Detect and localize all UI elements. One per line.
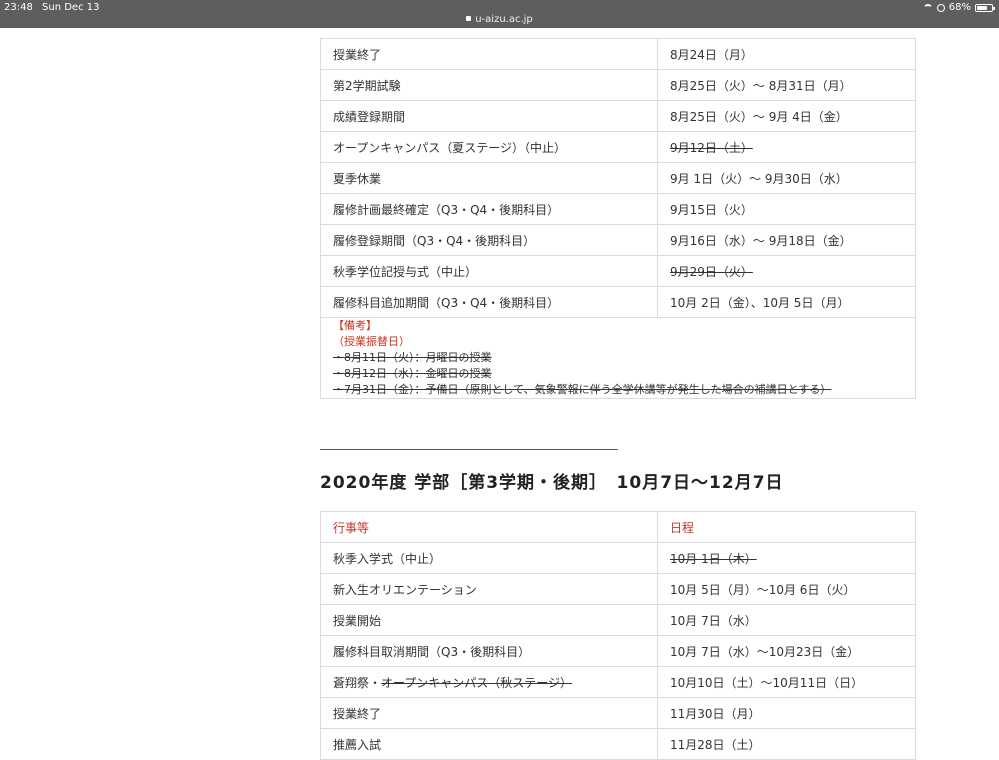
table-row: 秋季学位記授与式（中止） 9月29日（火） — [320, 255, 916, 287]
event-cell: 授業開始 — [320, 604, 658, 636]
table-row: 履修登録期間（Q3・Q4・後期科目） 9月16日（水）～ 9月18日（金） — [320, 224, 916, 256]
date-cell: 9月12日（土） — [657, 131, 916, 163]
notes-line: ・8月12日（水）：金曜日の授業 — [333, 367, 492, 380]
header-event: 行事等 — [320, 511, 658, 543]
header-date: 日程 — [657, 511, 916, 543]
date-cell: 11月30日（月） — [657, 697, 916, 729]
date-cell: 10月 5日（月）～10月 6日（火） — [657, 573, 916, 605]
notes-subtitle: （授業振替日） — [333, 335, 410, 348]
event-cell: 授業終了 — [320, 38, 658, 70]
date-cell: 8月25日（火）～ 9月 4日（金） — [657, 100, 916, 132]
table-row: 秋季入学式（中止） 10月 1日（木） — [320, 542, 916, 574]
notes-line: ・8月11日（火）：月曜日の授業 — [333, 351, 492, 364]
table-row: 授業終了 8月24日（月） — [320, 38, 916, 70]
table-row: 履修科目取消期間（Q3・後期科目） 10月 7日（水）～10月23日（金） — [320, 635, 916, 667]
schedule-table-term3: 行事等 日程 秋季入学式（中止） 10月 1日（木） 新入生オリエンテーション 10月… — [320, 511, 916, 760]
table-row: 新入生オリエンテーション 10月 5日（月）～10月 6日（火） — [320, 573, 916, 605]
event-struck: オープンキャンパス（秋ステージ） — [381, 675, 573, 690]
table-row: 推薦入試 11月28日（土） — [320, 728, 916, 760]
date-cell: 9月 1日（火）～ 9月30日（水） — [657, 162, 916, 194]
status-time: 23:48 — [4, 2, 33, 13]
event-cell: 夏季休業 — [320, 162, 658, 194]
table-row: 履修科目追加期間（Q3・Q4・後期科目） 10月 2日（金）、10月 5日（月） — [320, 286, 916, 318]
date-cell: 10月 1日（木） — [657, 542, 916, 574]
notes-line: ・7月31日（金）：予備日（原則として、気象警報に伴う全学休講等が発生した場合の… — [333, 383, 832, 396]
date-cell: 9月29日（火） — [657, 255, 916, 287]
status-indicators: 68% — [922, 2, 995, 13]
event-prefix: 蒼翔祭・ — [333, 675, 382, 690]
table-row: 授業終了 11月30日（月） — [320, 697, 916, 729]
section-heading-term3: 2020年度 学部［第3学期・後期］ 10月7日～12月7日 — [320, 473, 784, 493]
section-divider — [320, 449, 618, 450]
table-row: 履修計画最終確定（Q3・Q4・後期科目） 9月15日（火） — [320, 193, 916, 225]
event-cell: 秋季入学式（中止） — [320, 542, 658, 574]
event-cell: 蒼翔祭・オープンキャンパス（秋ステージ） — [320, 666, 658, 698]
event-cell: 新入生オリエンテーション — [320, 573, 658, 605]
status-date: Sun Dec 13 — [42, 2, 100, 13]
date-cell: 10月 7日（水） — [657, 604, 916, 636]
event-cell: 秋季学位記授与式（中止） — [320, 255, 658, 287]
table-row: 第2学期試験 8月25日（火）～ 8月31日（月） — [320, 69, 916, 101]
event-cell: 履修計画最終確定（Q3・Q4・後期科目） — [320, 193, 658, 225]
date-cell: 10月 7日（水）～10月23日（金） — [657, 635, 916, 667]
battery-percent: 68% — [948, 2, 971, 13]
notes-title: 【備考】 — [333, 319, 377, 332]
table-header-row: 行事等 日程 — [320, 511, 916, 543]
date-cell: 10月10日（土）～10月11日（日） — [657, 666, 916, 698]
event-cell: 履修科目取消期間（Q3・後期科目） — [320, 635, 658, 667]
table-row: 夏季休業 9月 1日（火）～ 9月30日（水） — [320, 162, 916, 194]
date-cell: 8月24日（月） — [657, 38, 916, 70]
address-url: u-aizu.ac.jp — [475, 14, 533, 25]
date-cell: 9月16日（水）～ 9月18日（金） — [657, 224, 916, 256]
rotation-lock-icon — [936, 3, 945, 12]
date-cell: 9月15日（火） — [657, 193, 916, 225]
event-cell: 履修登録期間（Q3・Q4・後期科目） — [320, 224, 658, 256]
event-cell: 成績登録期間 — [320, 100, 658, 132]
table-row: 授業開始 10月 7日（水） — [320, 604, 916, 636]
status-bar: 23:48 Sun Dec 13 u-aizu.ac.jp 68% — [0, 0, 999, 28]
event-cell: 授業終了 — [320, 697, 658, 729]
address-bar[interactable]: u-aizu.ac.jp — [0, 14, 999, 25]
date-cell: 10月 2日（金）、10月 5日（月） — [657, 286, 916, 318]
wifi-icon — [922, 3, 933, 12]
date-cell: 11月28日（土） — [657, 728, 916, 760]
status-time-date: 23:48 Sun Dec 13 — [4, 2, 105, 13]
battery-icon — [975, 3, 995, 12]
date-cell: 8月25日（火）～ 8月31日（月） — [657, 69, 916, 101]
lock-icon — [466, 16, 472, 21]
event-cell: オープンキャンパス（夏ステージ）（中止） — [320, 131, 658, 163]
schedule-table-term2: 授業終了 8月24日（月） 第2学期試験 8月25日（火）～ 8月31日（月） 成績登録… — [320, 38, 916, 399]
table-row: オープンキャンパス（夏ステージ）（中止） 9月12日（土） — [320, 131, 916, 163]
notes-row: 【備考】 （授業振替日） ・8月11日（火）：月曜日の授業 ・8月12日（水）：金曜日… — [320, 317, 916, 399]
event-cell: 推薦入試 — [320, 728, 658, 760]
table-row: 蒼翔祭・オープンキャンパス（秋ステージ） 10月10日（土）～10月11日（日） — [320, 666, 916, 698]
notes-cell: 【備考】 （授業振替日） ・8月11日（火）：月曜日の授業 ・8月12日（水）：金曜日… — [320, 317, 916, 399]
event-cell: 履修科目追加期間（Q3・Q4・後期科目） — [320, 286, 658, 318]
event-cell: 第2学期試験 — [320, 69, 658, 101]
table-row: 成績登録期間 8月25日（火）～ 9月 4日（金） — [320, 100, 916, 132]
